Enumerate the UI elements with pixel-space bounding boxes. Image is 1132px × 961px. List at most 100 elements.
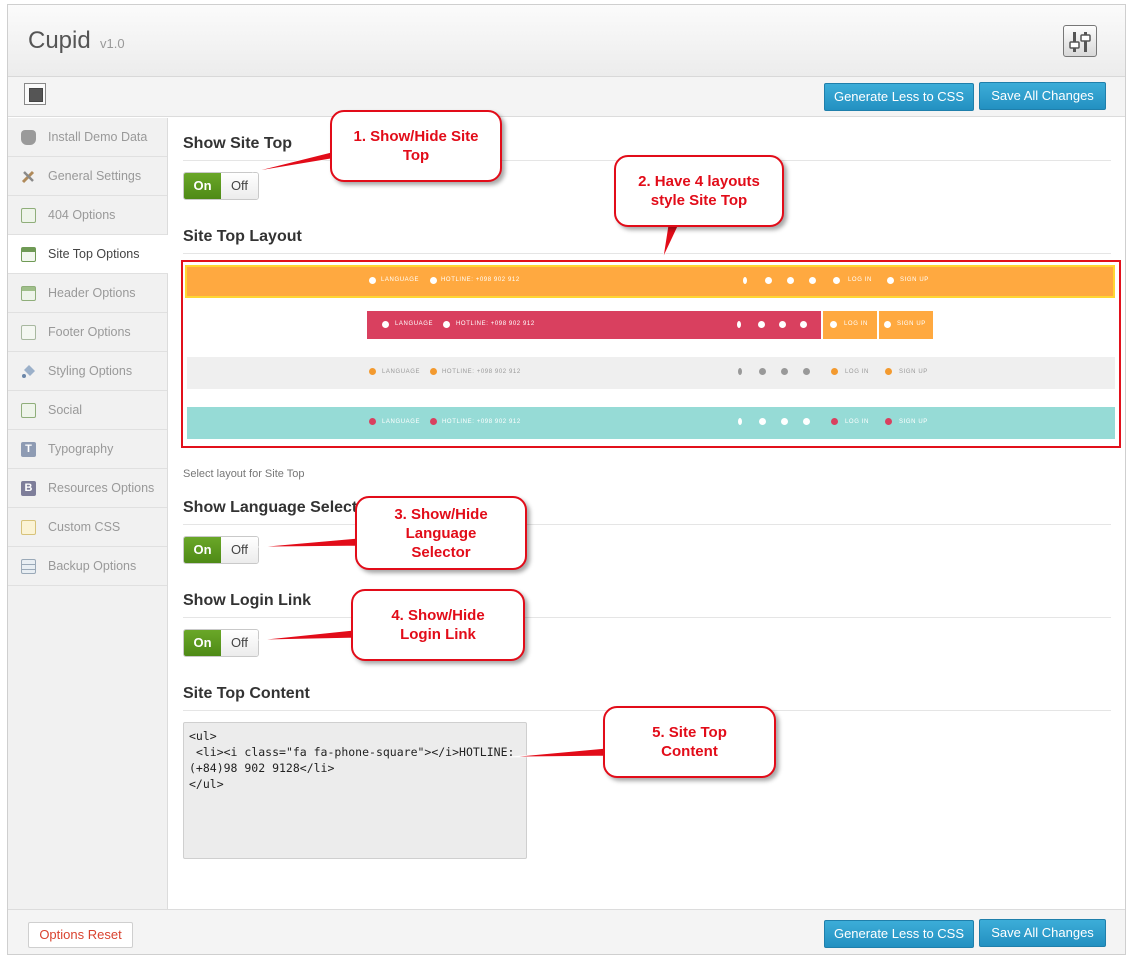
hotline-label: HOTLINE: +098 902 912 [442, 419, 521, 425]
sidebar-item-general-settings[interactable]: General Settings [8, 157, 167, 196]
sidebar-item-header-options[interactable]: Header Options [8, 274, 167, 313]
search-icon [369, 277, 376, 284]
toggle-off[interactable]: Off [221, 537, 258, 563]
b-letter-icon: B [21, 481, 36, 496]
save-all-button[interactable]: Save All Changes [979, 82, 1106, 110]
show-site-top-toggle[interactable]: On Off [183, 172, 259, 200]
show-language-toggle[interactable]: On Off [183, 536, 259, 564]
divider [183, 253, 1111, 254]
twitter-icon [758, 321, 765, 328]
sliders-icon[interactable] [1063, 25, 1097, 57]
layout-option-1[interactable]: LANGUAGE HOTLINE: +098 902 912 LOG IN SI… [185, 265, 1115, 298]
key-icon [833, 277, 840, 284]
backup-icon [21, 559, 36, 574]
callout-1: 1. Show/Hide Site Top [330, 110, 502, 182]
language-label: LANGUAGE [395, 321, 434, 327]
facebook-icon [743, 277, 747, 284]
expand-icon[interactable] [24, 83, 46, 105]
page-icon [21, 325, 36, 340]
phone-icon [430, 368, 437, 375]
sidebar-item-label: Backup Options [48, 559, 137, 573]
language-label: LANGUAGE [381, 277, 420, 283]
search-icon [369, 418, 376, 425]
show-site-top-title: Show Site Top [183, 135, 293, 152]
callout-3: 3. Show/Hide Language Selector [355, 496, 527, 570]
sidebar-item-install-demo-data[interactable]: Install Demo Data [8, 118, 167, 157]
youtube-icon [787, 277, 794, 284]
instagram-icon [803, 418, 810, 425]
lock-icon [885, 418, 892, 425]
callout-5: 5. Site Top Content [603, 706, 776, 778]
instagram-icon [800, 321, 807, 328]
layout-option-4[interactable]: LANGUAGE HOTLINE: +098 902 912 LOG IN SI… [187, 407, 1115, 439]
facebook-icon [738, 418, 742, 425]
youtube-icon [779, 321, 786, 328]
sidebar-item-social[interactable]: Social [8, 391, 167, 430]
generate-less-button[interactable]: Generate Less to CSS [824, 83, 974, 111]
show-language-title: Show Language Selector [183, 499, 374, 516]
sidebar-item-typography[interactable]: T Typography [8, 430, 167, 469]
divider [183, 524, 1111, 525]
toggle-off[interactable]: Off [221, 630, 258, 656]
sidebar-item-label: Install Demo Data [48, 130, 148, 144]
sidebar-item-404-options[interactable]: 404 Options [8, 196, 167, 235]
sidebar: Install Demo Data General Settings 404 O… [8, 118, 168, 909]
layout-option-2[interactable]: LANGUAGE HOTLINE: +098 902 912 LOG IN SI… [367, 311, 933, 339]
layout-option-3[interactable]: LANGUAGE HOTLINE: +098 902 912 LOG IN SI… [187, 357, 1115, 389]
panel-header: Cupid v1.0 [8, 5, 1125, 77]
phone-icon [430, 418, 437, 425]
t-letter-icon: T [21, 442, 36, 457]
sidebar-item-label: Social [48, 403, 83, 417]
hotline-label: HOTLINE: +098 902 912 [456, 321, 535, 327]
layout-icon [21, 247, 36, 262]
language-label: LANGUAGE [382, 419, 421, 425]
show-login-toggle[interactable]: On Off [183, 629, 259, 657]
sidebar-item-footer-options[interactable]: Footer Options [8, 313, 167, 352]
sidebar-item-label: Resources Options [48, 481, 155, 495]
sidebar-item-label: Custom CSS [48, 520, 121, 534]
layout-selector: LANGUAGE HOTLINE: +098 902 912 LOG IN SI… [181, 260, 1121, 448]
generate-less-button-footer[interactable]: Generate Less to CSS [824, 920, 974, 948]
tools-icon [21, 169, 36, 184]
sidebar-item-backup-options[interactable]: Backup Options [8, 547, 167, 586]
phone-icon [443, 321, 450, 328]
paint-bucket-icon [21, 364, 36, 379]
youtube-icon [781, 418, 788, 425]
sidebar-item-label: General Settings [48, 169, 142, 183]
save-all-button-footer[interactable]: Save All Changes [979, 919, 1106, 947]
login-label: LOG IN [845, 369, 869, 375]
lock-icon [884, 321, 891, 328]
sidebar-item-label: Footer Options [48, 325, 131, 339]
sidebar-item-resources-options[interactable]: B Resources Options [8, 469, 167, 508]
login-label: LOG IN [844, 321, 868, 327]
key-icon [831, 368, 838, 375]
options-panel: Cupid v1.0 Generate Less to CSS Save All… [7, 4, 1126, 955]
sidebar-item-custom-css[interactable]: Custom CSS [8, 508, 167, 547]
site-top-content-textarea[interactable]: <ul> <li><i class="fa fa-phone-square"><… [183, 722, 527, 859]
toggle-on[interactable]: On [184, 537, 221, 563]
main-content: Show Site Top On Off Site Top Layout LAN… [169, 118, 1125, 909]
signup-label: SIGN UP [897, 321, 926, 327]
database-icon [21, 130, 36, 145]
site-top-layout-title: Site Top Layout [183, 228, 302, 245]
layout-icon [21, 286, 36, 301]
toggle-off[interactable]: Off [221, 173, 258, 199]
toggle-on[interactable]: On [184, 173, 221, 199]
callout-4: 4. Show/Hide Login Link [351, 589, 525, 661]
sidebar-item-label: Header Options [48, 286, 136, 300]
signup-label: SIGN UP [899, 419, 928, 425]
divider [183, 617, 1111, 618]
search-icon [369, 368, 376, 375]
layout-icon [21, 208, 36, 223]
twitter-icon [765, 277, 772, 284]
site-top-content-title: Site Top Content [183, 685, 310, 702]
sidebar-item-styling-options[interactable]: Styling Options [8, 352, 167, 391]
show-login-title: Show Login Link [183, 592, 311, 609]
sidebar-item-label: 404 Options [48, 208, 116, 222]
toggle-on[interactable]: On [184, 630, 221, 656]
sidebar-item-site-top-options[interactable]: Site Top Options [8, 235, 168, 274]
options-reset-button[interactable]: Options Reset [28, 922, 133, 948]
facebook-icon [737, 321, 741, 328]
youtube-icon [781, 368, 788, 375]
lock-icon [887, 277, 894, 284]
